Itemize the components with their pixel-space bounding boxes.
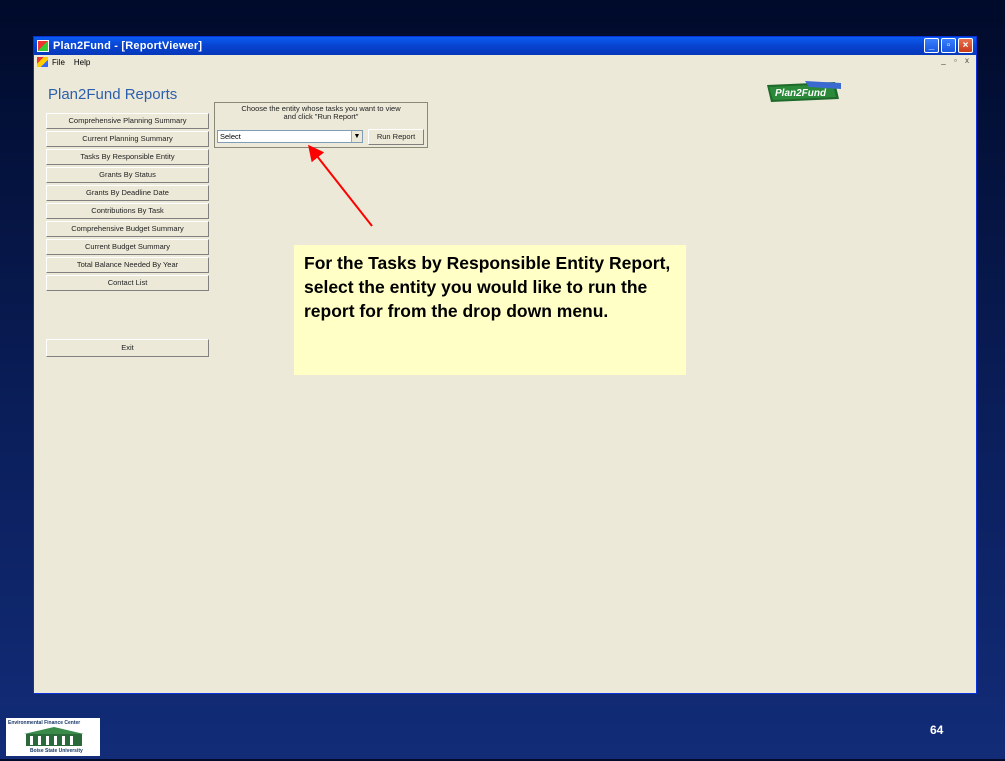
entity-dropdown[interactable]: Select ▼ [217, 130, 363, 143]
report-button-total-balance-needed-by-year[interactable]: Total Balance Needed By Year [46, 257, 209, 273]
efc-logo: Environmental Finance Center Boise State… [6, 718, 100, 756]
report-button-comprehensive-budget-summary[interactable]: Comprehensive Budget Summary [46, 221, 209, 237]
callout-note: For the Tasks by Responsible Entity Repo… [294, 245, 686, 375]
report-button-contact-list[interactable]: Contact List [46, 275, 209, 291]
plan2fund-logo: Plan2Fund [767, 81, 841, 102]
minimize-icon[interactable]: _ [924, 38, 939, 53]
chevron-down-icon[interactable]: ▼ [351, 131, 362, 142]
menu-file[interactable]: File [52, 58, 65, 67]
report-button-contributions-by-task[interactable]: Contributions By Task [46, 203, 209, 219]
selector-instruction: Choose the entity whose tasks you want t… [215, 105, 427, 121]
run-report-button[interactable]: Run Report [368, 129, 424, 145]
close-icon[interactable]: × [958, 38, 973, 53]
logo-top-label: Environmental Finance Center [8, 720, 81, 726]
menu-bar: File Help [34, 55, 976, 69]
report-button-grants-by-status[interactable]: Grants By Status [46, 167, 209, 183]
report-button-comprehensive-planning-summary[interactable]: Comprehensive Planning Summary [46, 113, 209, 129]
report-list: Comprehensive Planning Summary Current P… [46, 113, 209, 293]
report-button-tasks-by-responsible-entity[interactable]: Tasks By Responsible Entity [46, 149, 209, 165]
mdi-controls[interactable]: _ ▫ x [941, 56, 972, 65]
exit-button[interactable]: Exit [46, 339, 209, 357]
report-button-grants-by-deadline-date[interactable]: Grants By Deadline Date [46, 185, 209, 201]
instruction-line-2: and click "Run Report" [283, 112, 359, 121]
title-bar[interactable]: Plan2Fund - [ReportViewer] _ ▫ × [34, 37, 976, 55]
document-icon [37, 57, 48, 67]
app-icon [37, 40, 49, 52]
page-number: 64 [930, 723, 944, 737]
report-button-current-budget-summary[interactable]: Current Budget Summary [46, 239, 209, 255]
page-title: Plan2Fund Reports [48, 86, 178, 103]
window-controls: _ ▫ × [924, 38, 973, 53]
logo-bottom-label: Boise State University [30, 748, 83, 754]
dropdown-value: Select [220, 132, 241, 141]
entity-selector-panel: Choose the entity whose tasks you want t… [214, 102, 428, 148]
menu-help[interactable]: Help [74, 58, 90, 67]
logo-text: Plan2Fund [775, 88, 827, 99]
window-title: Plan2Fund - [ReportViewer] [53, 40, 203, 52]
restore-icon[interactable]: ▫ [941, 38, 956, 53]
report-button-current-planning-summary[interactable]: Current Planning Summary [46, 131, 209, 147]
